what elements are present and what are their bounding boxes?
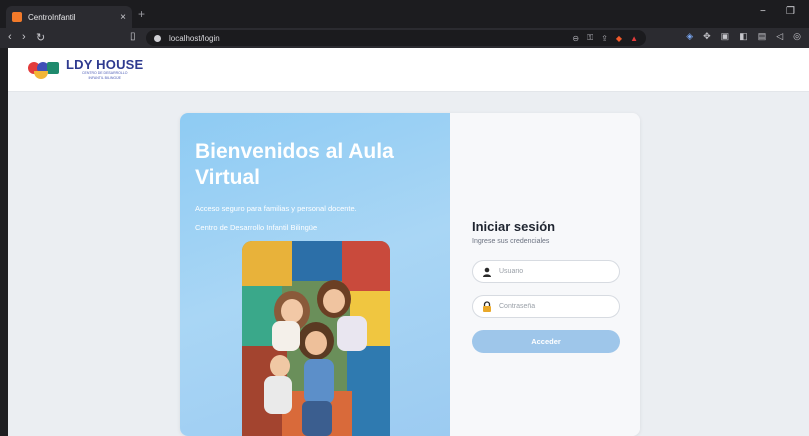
login-card: Bienvenidos al Aula Virtual Acceso segur… <box>180 113 640 436</box>
browser-toolbar: ‹ › ↻ ▯ localhost/login ⊖ ⚿ ⇪ ◆ ▲ ◈ ✥ ▣ … <box>0 28 809 48</box>
login-subtitle: Ingrese sus credenciales <box>472 238 550 245</box>
rewards-icon[interactable]: ▲ <box>630 34 638 43</box>
tabs-icon[interactable]: ▤ <box>758 31 767 42</box>
lock-icon <box>481 301 493 313</box>
password-input[interactable] <box>499 303 609 310</box>
extension-icon[interactable]: ◈ <box>686 31 693 42</box>
site-info-icon[interactable] <box>154 34 161 42</box>
key-icon[interactable]: ⚿ <box>587 33 593 43</box>
login-title: Iniciar sesión <box>472 219 556 234</box>
welcome-title: Bienvenidos al Aula Virtual <box>195 140 394 189</box>
reload-icon[interactable]: ↻ <box>36 31 45 44</box>
site-header: LDY HOUSE CENTRO DE DESARROLLO INFANTIL … <box>8 48 809 92</box>
login-panel: Iniciar sesión Ingrese sus credenciales … <box>450 113 640 436</box>
welcome-panel: Bienvenidos al Aula Virtual Acceso segur… <box>180 113 450 436</box>
password-field[interactable] <box>472 295 620 318</box>
logo-brand: LDY HOUSE <box>66 57 144 72</box>
children-photo <box>242 241 390 436</box>
sidebar-icon[interactable]: ◧ <box>739 31 748 42</box>
downloads-icon[interactable]: ▣ <box>721 31 730 42</box>
wallet-icon[interactable]: ◎ <box>793 31 801 42</box>
puzzle-icon[interactable]: ✥ <box>703 31 711 42</box>
share-icon[interactable]: ⇪ <box>601 34 608 43</box>
username-input[interactable] <box>499 268 609 275</box>
logo-subtitle-2: INFANTIL BILINGÜE <box>88 76 121 80</box>
logo-mark-icon <box>28 60 64 80</box>
username-field[interactable] <box>472 260 620 283</box>
logo[interactable]: LDY HOUSE CENTRO DE DESARROLLO INFANTIL … <box>28 58 143 81</box>
restore-icon[interactable]: ❐ <box>786 6 795 17</box>
tab-close-icon[interactable]: × <box>120 12 126 23</box>
minimize-icon[interactable]: − <box>760 6 766 17</box>
submit-button[interactable]: Acceder <box>472 330 620 353</box>
favicon-icon <box>12 12 22 22</box>
back-icon[interactable]: ‹ <box>8 31 12 43</box>
page: LDY HOUSE CENTRO DE DESARROLLO INFANTIL … <box>8 48 809 436</box>
new-tab-icon[interactable]: + <box>138 7 145 21</box>
center-name: Centro de Desarrollo Infantil Bilingüe <box>195 223 318 232</box>
browser-tab-bar: CentroInfantil × + − ❐ <box>0 0 809 28</box>
bookmark-icon[interactable]: ▯ <box>130 31 136 42</box>
send-icon[interactable]: ◁ <box>776 31 783 42</box>
browser-tab[interactable]: CentroInfantil × <box>6 6 132 28</box>
tab-title: CentroInfantil <box>28 12 76 22</box>
address-bar[interactable]: localhost/login ⊖ ⚿ ⇪ ◆ ▲ <box>146 30 646 46</box>
url-text[interactable]: localhost/login <box>169 34 572 43</box>
brave-shield-icon[interactable]: ◆ <box>616 34 622 43</box>
zoom-icon[interactable]: ⊖ <box>572 34 579 43</box>
welcome-subtitle: Acceso seguro para familias y personal d… <box>195 204 357 213</box>
user-icon <box>481 266 493 278</box>
forward-icon[interactable]: › <box>22 31 26 43</box>
